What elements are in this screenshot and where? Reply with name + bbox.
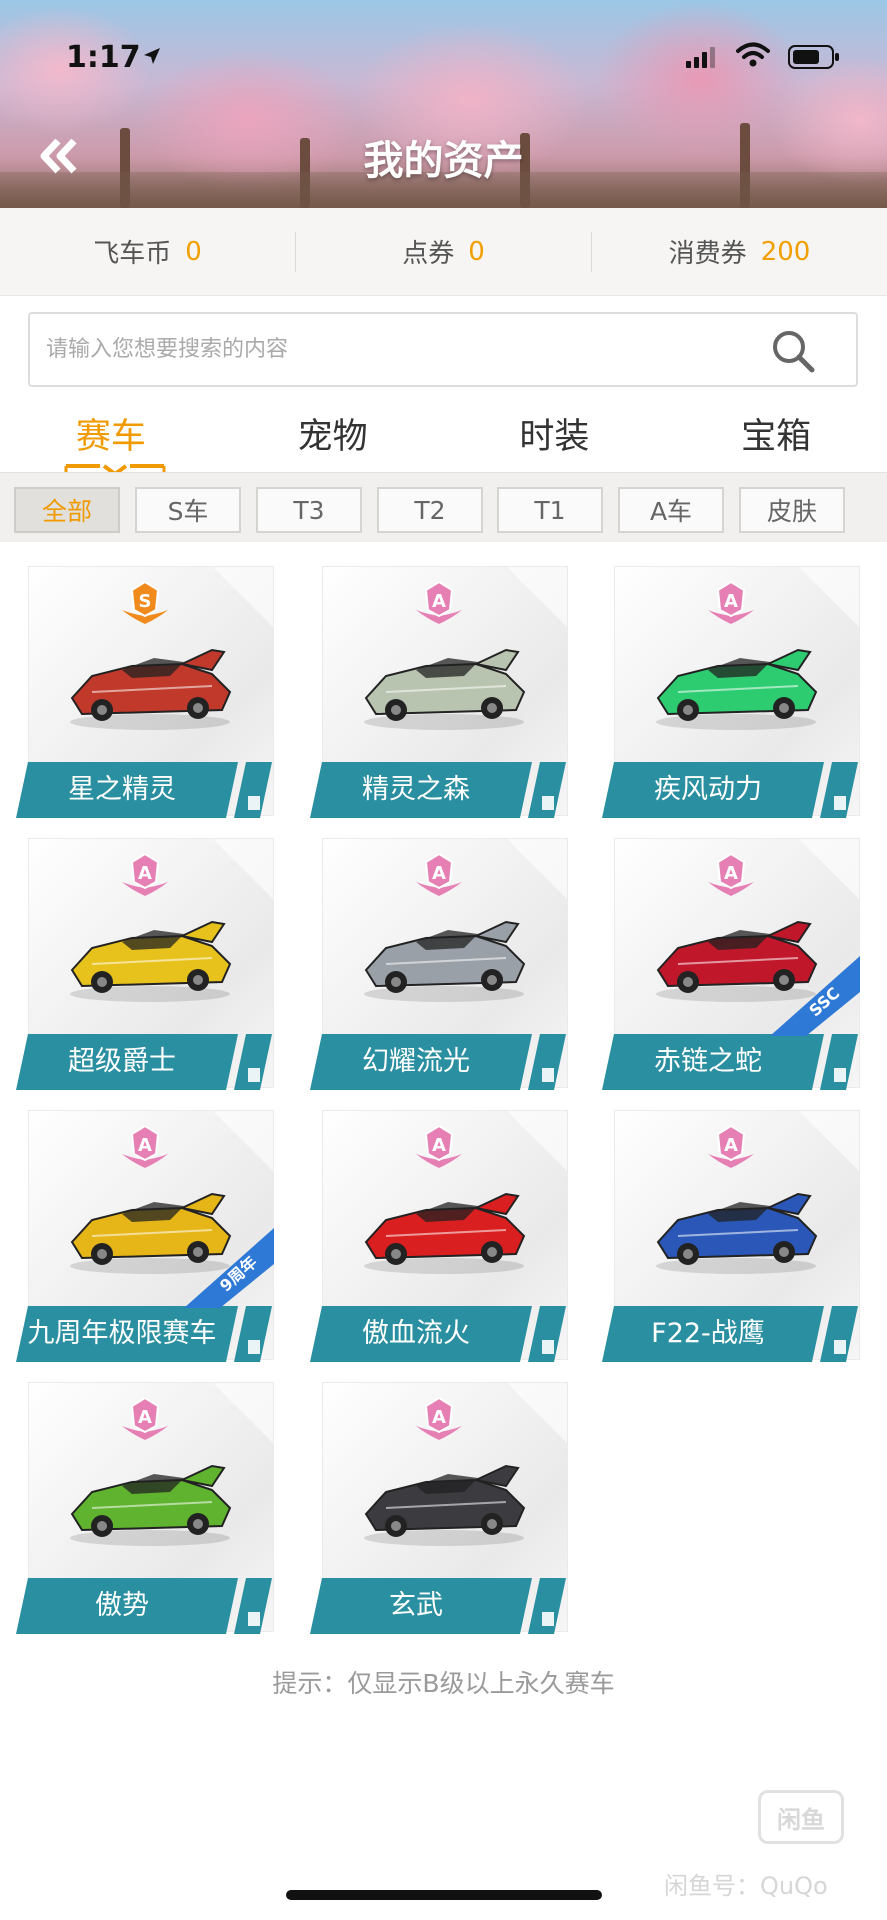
svg-text:A: A bbox=[724, 591, 738, 612]
car-card[interactable]: A 傲势 bbox=[16, 1382, 274, 1636]
status-bar: 1:17 bbox=[0, 0, 887, 110]
grade-a-icon: A bbox=[708, 852, 754, 896]
svg-text:A: A bbox=[138, 1135, 152, 1156]
car-card[interactable]: A 精灵之森 bbox=[310, 566, 568, 820]
car-name: F22-战鹰 bbox=[651, 1318, 765, 1349]
grade-a-icon: A bbox=[122, 1396, 168, 1440]
search-box bbox=[28, 312, 858, 387]
car-name: 赤链之蛇 bbox=[654, 1046, 762, 1077]
currency-value: 0 bbox=[185, 236, 202, 267]
battery-icon bbox=[788, 45, 839, 69]
location-arrow-icon bbox=[144, 48, 160, 64]
tab-chests[interactable]: 宝箱 bbox=[665, 400, 887, 472]
search-icon[interactable] bbox=[770, 328, 816, 374]
car-card[interactable]: S 星之精灵 bbox=[16, 566, 274, 820]
watermark-logo: 闲鱼 bbox=[758, 1790, 844, 1844]
car-card[interactable]: A 幻耀流光 bbox=[310, 838, 568, 1092]
car-name: 精灵之森 bbox=[362, 774, 470, 805]
car-name: 九周年极限赛车 bbox=[27, 1318, 217, 1349]
filter-t1[interactable]: T1 bbox=[497, 487, 603, 533]
hint-text: 提示：仅显示B级以上永久赛车 bbox=[272, 1669, 615, 1698]
currency-bar: 飞车币 0 点券 0 消费券 200 bbox=[0, 208, 887, 296]
page-title: 我的资产 bbox=[363, 138, 524, 184]
grade-a-icon: A bbox=[416, 1396, 462, 1440]
home-indicator bbox=[286, 1890, 602, 1900]
currency-feichebi: 飞车币 0 bbox=[0, 208, 295, 295]
search-input[interactable] bbox=[46, 314, 766, 385]
svg-text:A: A bbox=[138, 863, 152, 884]
anniversary-badge-icon: 9周年 bbox=[184, 1228, 274, 1308]
currency-label: 消费券 bbox=[668, 239, 747, 269]
filter-t3[interactable]: T3 bbox=[256, 487, 362, 533]
ssc-badge-icon: SSC bbox=[770, 956, 860, 1036]
header-banner: 1:17 我的资产 bbox=[0, 0, 887, 208]
watermark-text: 闲鱼号：QuQo bbox=[664, 1872, 828, 1900]
car-image bbox=[364, 1192, 526, 1274]
svg-text:A: A bbox=[724, 1135, 738, 1156]
car-name: 幻耀流光 bbox=[362, 1046, 470, 1077]
car-image bbox=[70, 1464, 232, 1546]
grade-s-icon: S bbox=[122, 580, 168, 624]
status-time: 1:17 bbox=[66, 40, 141, 75]
car-name: 星之精灵 bbox=[68, 774, 176, 805]
car-name: 玄武 bbox=[389, 1590, 443, 1621]
grade-a-icon: A bbox=[416, 580, 462, 624]
filter-s-car[interactable]: S车 bbox=[135, 487, 241, 533]
svg-text:A: A bbox=[432, 1407, 446, 1428]
car-image bbox=[364, 648, 526, 730]
currency-label: 飞车币 bbox=[93, 239, 172, 269]
car-image bbox=[364, 920, 526, 1002]
filter-a-car[interactable]: A车 bbox=[618, 487, 724, 533]
filter-all[interactable]: 全部 bbox=[14, 487, 120, 533]
cellular-signal-icon bbox=[686, 47, 715, 68]
car-card[interactable]: A SSC 赤链之蛇 bbox=[602, 838, 860, 1092]
car-name: 疾风动力 bbox=[654, 774, 762, 805]
car-image bbox=[70, 920, 232, 1002]
svg-text:S: S bbox=[139, 591, 152, 612]
filter-skins[interactable]: 皮肤 bbox=[739, 487, 845, 533]
tab-pets[interactable]: 宠物 bbox=[222, 400, 444, 472]
car-card[interactable]: A 9周年九周年极限赛车 bbox=[16, 1110, 274, 1364]
grade-a-icon: A bbox=[708, 1124, 754, 1168]
car-card[interactable]: A 玄武 bbox=[310, 1382, 568, 1636]
car-card[interactable]: A 疾风动力 bbox=[602, 566, 860, 820]
currency-value: 0 bbox=[468, 236, 485, 267]
currency-dianquan: 点券 0 bbox=[296, 208, 591, 295]
grade-a-icon: A bbox=[122, 852, 168, 896]
wifi-icon bbox=[736, 42, 770, 67]
car-card[interactable]: A F22-战鹰 bbox=[602, 1110, 860, 1364]
car-image bbox=[70, 648, 232, 730]
filter-t2[interactable]: T2 bbox=[377, 487, 483, 533]
currency-label: 点券 bbox=[402, 239, 455, 269]
grade-a-icon: A bbox=[122, 1124, 168, 1168]
category-tabs: 赛车 宠物 时装 宝箱 bbox=[0, 400, 887, 476]
currency-value: 200 bbox=[760, 236, 811, 267]
filter-bar: 全部 S车 T3 T2 T1 A车 皮肤 bbox=[0, 472, 887, 542]
car-name: 傲血流火 bbox=[362, 1318, 470, 1349]
grade-a-icon: A bbox=[708, 580, 754, 624]
currency-xiaofeiquan: 消费券 200 bbox=[592, 208, 887, 295]
car-image bbox=[656, 1192, 818, 1274]
tab-outfits[interactable]: 时装 bbox=[444, 400, 666, 472]
car-card[interactable]: A 傲血流火 bbox=[310, 1110, 568, 1364]
svg-text:A: A bbox=[432, 1135, 446, 1156]
grade-a-icon: A bbox=[416, 1124, 462, 1168]
svg-text:A: A bbox=[432, 863, 446, 884]
car-image bbox=[364, 1464, 526, 1546]
svg-text:A: A bbox=[432, 591, 446, 612]
svg-text:A: A bbox=[138, 1407, 152, 1428]
car-card[interactable]: A 超级爵士 bbox=[16, 838, 274, 1092]
car-name: 傲势 bbox=[95, 1590, 149, 1621]
car-image bbox=[656, 648, 818, 730]
car-name: 超级爵士 bbox=[68, 1046, 176, 1077]
svg-text:A: A bbox=[724, 863, 738, 884]
grade-a-icon: A bbox=[416, 852, 462, 896]
